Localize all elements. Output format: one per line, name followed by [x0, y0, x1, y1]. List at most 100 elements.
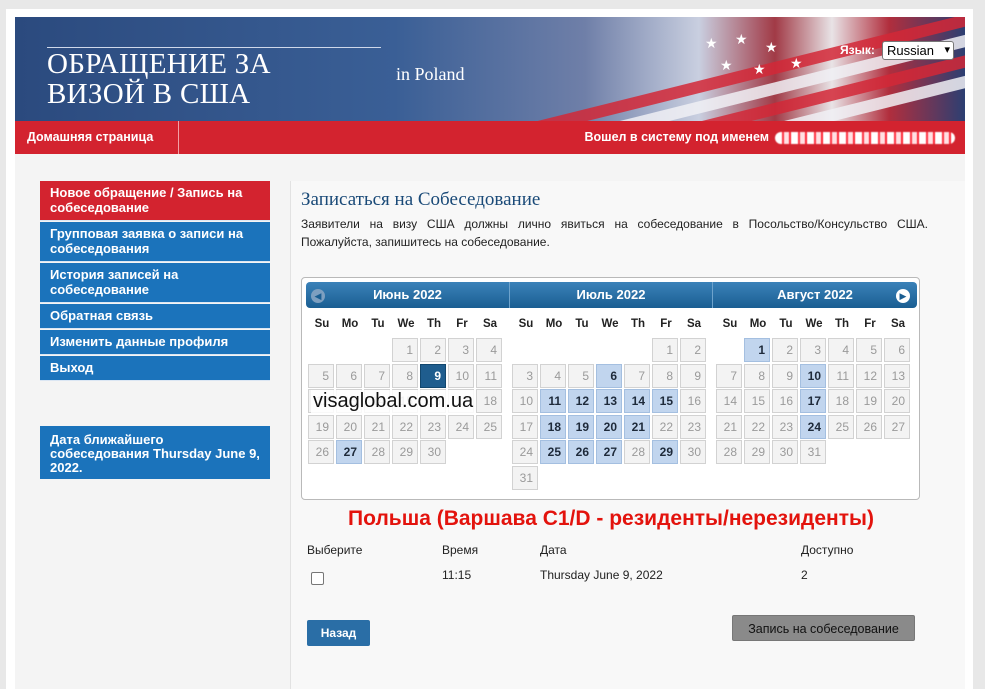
- calendar-day-unavailable: 9: [772, 363, 798, 388]
- chevron-down-icon: ▾: [944, 44, 950, 56]
- calendar-day-unavailable: 21: [364, 414, 390, 439]
- calendar-day-unavailable: 16: [680, 389, 706, 414]
- calendar-month-july: Su Mo Tu We Th Fr Sa 1 2 3 4 5 6 7 8 9 10 11 12 13 14 15 16 17 1…: [512, 314, 708, 490]
- calendar-day-unavailable: 26: [856, 414, 882, 439]
- calendar-day-unavailable: 16: [772, 389, 798, 414]
- weekday-label: Tu: [779, 318, 793, 330]
- slot-select-checkbox[interactable]: [311, 572, 324, 585]
- sidebar-item[interactable]: Изменить данные профиля: [40, 330, 270, 355]
- calendar-day-unavailable: 12: [856, 363, 882, 388]
- column-header-select: Выберите: [307, 543, 363, 557]
- weekday-label: Su: [722, 318, 738, 330]
- calendar-header-month-3: Август 2022: [712, 282, 917, 308]
- language-select[interactable]: Russian ▾: [882, 41, 954, 60]
- main-panel: Записаться на Собеседование Заявители на…: [290, 181, 965, 689]
- circle-arrow-right-icon[interactable]: ▶: [896, 289, 910, 303]
- weekday-header-row: Su Mo Tu We Th Fr Sa: [308, 314, 504, 334]
- calendar-day-available[interactable]: 27: [596, 440, 622, 465]
- calendar-header-month-1: Июнь 2022: [306, 282, 509, 308]
- calendar-day-unavailable: 3: [800, 338, 826, 362]
- calendar-day-available[interactable]: 12: [568, 389, 594, 414]
- calendar-day-unavailable: 25: [828, 414, 854, 439]
- calendar-day-unavailable: 26: [308, 440, 334, 465]
- appointment-calendar: Июнь 2022 ◀ Июль 2022 Август 2022 ▶ Su Mo…: [301, 277, 920, 500]
- calendar-day-unavailable: 14: [716, 389, 742, 414]
- calendar-day-unavailable: 4: [828, 338, 854, 362]
- calendar-day-unavailable: 28: [364, 440, 390, 465]
- banner-country: in Poland: [396, 64, 465, 84]
- next-appointment-box: Дата ближайшего собеседования Thursday J…: [40, 426, 270, 479]
- sidebar-item[interactable]: Выход: [40, 356, 270, 381]
- calendar-day-unavailable: 23: [680, 414, 706, 439]
- weekday-label: Sa: [482, 318, 498, 330]
- sidebar-item[interactable]: История записей на собеседование: [40, 263, 270, 303]
- calendar-day-unavailable: 13: [884, 363, 910, 388]
- sidebar-item[interactable]: Обратная связь: [40, 304, 270, 329]
- calendar-day-available[interactable]: 24: [800, 414, 826, 439]
- calendar-day-unavailable: 6: [884, 338, 910, 362]
- month-title: Июнь 2022: [373, 287, 442, 302]
- calendar-day-available[interactable]: 26: [568, 440, 594, 465]
- calendar-day-unavailable: 5: [856, 338, 882, 362]
- circle-arrow-left-icon[interactable]: ◀: [311, 289, 325, 303]
- login-status: Вошел в систему под именем: [584, 121, 955, 154]
- calendar-day-unavailable: 11: [828, 363, 854, 388]
- calendar-day-available[interactable]: 15: [652, 389, 678, 414]
- calendar-month-august: Su Mo Tu We Th Fr Sa 1 2 3 4 5 6 7 8 9 10 11 12 13 14 15 16 17 1…: [716, 314, 912, 465]
- calendar-day-unavailable: 18: [828, 389, 854, 414]
- calendar-day-unavailable: 30: [772, 440, 798, 465]
- calendar-day-available[interactable]: 1: [744, 338, 770, 362]
- weekday-label: Sa: [686, 318, 702, 330]
- calendar-day-available[interactable]: 27: [336, 440, 362, 465]
- calendar-day-unavailable: 19: [308, 414, 334, 439]
- redacted-username: [775, 131, 955, 144]
- calendar-day-unavailable: 23: [772, 414, 798, 439]
- calendar-day-unavailable: 11: [476, 363, 502, 388]
- calendar-day-unavailable: 24: [512, 440, 538, 465]
- calendar-day-unavailable: 10: [448, 363, 474, 388]
- weekday-label: Su: [518, 318, 534, 330]
- flag-stars-decoration: ★ ★ ★ ★ ★ ★: [705, 31, 803, 77]
- calendar-header-month-2: Июль 2022: [509, 282, 712, 308]
- calendar-day-available[interactable]: 17: [800, 389, 826, 414]
- calendar-day-unavailable: 23: [420, 414, 446, 439]
- slot-date: Thursday June 9, 2022: [540, 568, 663, 582]
- calendar-day-unavailable: 3: [448, 338, 474, 362]
- page: ★ ★ ★ ★ ★ ★ ОБРАЩЕНИЕ ЗА ВИЗОЙ В США in Pol…: [6, 9, 973, 689]
- calendar-day-available[interactable]: 13: [596, 389, 622, 414]
- weekday-label: Fr: [660, 318, 672, 330]
- calendar-day-available[interactable]: 11: [540, 389, 566, 414]
- calendar-day-available[interactable]: 19: [568, 414, 594, 439]
- weekday-label: We: [601, 318, 619, 330]
- calendar-day-selected[interactable]: 9: [420, 363, 446, 388]
- weekday-label: Mo: [749, 318, 767, 330]
- calendar-day-available[interactable]: 18: [540, 414, 566, 439]
- calendar-day-unavailable: 9: [680, 363, 706, 388]
- calendar-day-available[interactable]: 14: [624, 389, 650, 414]
- book-interview-button[interactable]: Запись на собеседование: [732, 615, 915, 641]
- calendar-day-available[interactable]: 6: [596, 363, 622, 388]
- calendar-day-available[interactable]: 25: [540, 440, 566, 465]
- calendar-day-unavailable: 27: [884, 414, 910, 439]
- weekday-label: Th: [426, 318, 442, 330]
- sidebar-item[interactable]: Групповая заявка о записи на собеседован…: [40, 222, 270, 262]
- column-header-date: Дата: [540, 543, 567, 557]
- calendar-day-unavailable: 2: [772, 338, 798, 362]
- calendar-day-unavailable: 30: [420, 440, 446, 465]
- calendar-day-unavailable: 7: [624, 363, 650, 388]
- sidebar-item[interactable]: Новое обращение / Запись на собеседовани…: [40, 181, 270, 221]
- weekday-label: Tu: [575, 318, 589, 330]
- calendar-day-unavailable: 2: [420, 338, 446, 362]
- page-title: Записаться на Собеседование: [301, 189, 541, 210]
- home-link[interactable]: Домашняя страница: [15, 121, 179, 154]
- calendar-day-available[interactable]: 10: [800, 363, 826, 388]
- calendar-day-available[interactable]: 29: [652, 440, 678, 465]
- back-button[interactable]: Назад: [307, 620, 370, 646]
- month-title: Июль 2022: [576, 287, 646, 302]
- calendar-day-available[interactable]: 21: [624, 414, 650, 439]
- calendar-day-unavailable: 28: [624, 440, 650, 465]
- calendar-day-unavailable: 29: [392, 440, 418, 465]
- calendar-day-available[interactable]: 20: [596, 414, 622, 439]
- calendar-day-unavailable: 10: [512, 389, 538, 414]
- weekday-label: Fr: [864, 318, 876, 330]
